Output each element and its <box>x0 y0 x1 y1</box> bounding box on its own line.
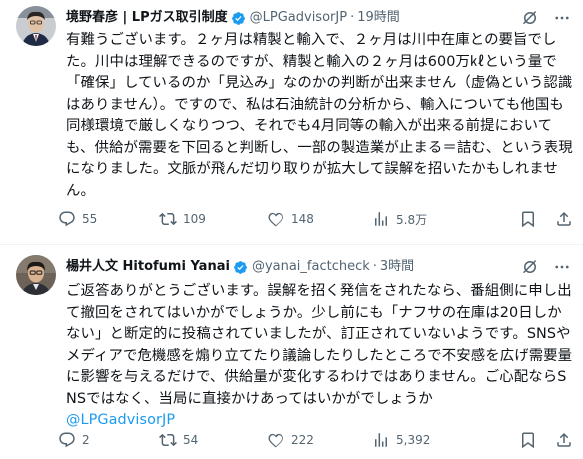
tweet-text: 有難うございます。２ヶ月は精製と輸入で、２ヶ月は川中在庫との要旨でした。川中は理… <box>66 30 574 202</box>
tweet[interactable]: 境野春彦 | LPガス取引制度 @LPGadvisorJP · 19時間 有難う… <box>0 0 583 245</box>
author-name[interactable]: 楊井人文 Hitofumi Yanai <box>66 257 230 277</box>
verified-badge-icon <box>234 260 247 274</box>
separator: · <box>372 259 377 274</box>
tweet-text-content: 有難うございます。２ヶ月は精製と輸入で、２ヶ月は川中在庫との要旨でした。川中は理… <box>66 32 573 199</box>
views-icon <box>375 212 387 226</box>
separator: · <box>350 10 355 25</box>
reply-count: 2 <box>82 433 90 447</box>
repost-count: 54 <box>183 433 199 447</box>
mention-link[interactable]: @LPGadvisorJP <box>66 412 175 428</box>
more-icon[interactable] <box>553 9 571 27</box>
reply-icon <box>59 211 75 227</box>
tweet-text: ご返答ありがとうございます。誤解を招く発信をされたなら、番組側に申し出て撤回をさ… <box>66 281 574 432</box>
grok-icon[interactable] <box>521 9 539 27</box>
reply-button[interactable]: 55 <box>58 210 159 228</box>
timestamp[interactable]: 19時間 <box>357 8 400 28</box>
avatar[interactable] <box>16 6 56 46</box>
repost-count: 109 <box>183 212 206 226</box>
share-icon[interactable] <box>555 210 573 228</box>
bookmark-icon[interactable] <box>519 431 537 449</box>
more-icon[interactable] <box>553 258 571 276</box>
repost-icon <box>159 433 177 447</box>
author-handle[interactable]: @yanai_factcheck <box>252 257 370 277</box>
reply-icon <box>59 432 75 448</box>
bookmark-icon[interactable] <box>519 210 537 228</box>
verified-badge-icon <box>231 11 245 25</box>
views-count: 5,392 <box>396 433 431 447</box>
views-button[interactable]: 5.8万 <box>372 210 496 228</box>
repost-icon <box>159 212 177 226</box>
author-handle[interactable]: @LPGadvisorJP <box>250 8 347 28</box>
repost-button[interactable]: 54 <box>159 431 267 449</box>
like-button[interactable]: 222 <box>267 431 372 449</box>
tweet-text-content: ご返答ありがとうございます。誤解を招く発信をされたなら、番組側に申し出て撤回をさ… <box>66 283 573 407</box>
repost-button[interactable]: 109 <box>159 210 267 228</box>
views-icon <box>375 433 387 447</box>
reply-button[interactable]: 2 <box>58 431 159 449</box>
timestamp[interactable]: 3時間 <box>380 257 414 277</box>
tweet-actions: 2 54 222 5,392 <box>58 430 573 450</box>
views-button[interactable]: 5,392 <box>372 431 496 449</box>
avatar[interactable] <box>16 255 56 295</box>
like-button[interactable]: 148 <box>267 210 372 228</box>
tweet[interactable]: 楊井人文 Hitofumi Yanai @yanai_factcheck · 3… <box>0 245 583 459</box>
share-icon[interactable] <box>555 431 573 449</box>
reply-count: 55 <box>82 212 98 226</box>
views-count: 5.8万 <box>396 212 428 227</box>
like-icon <box>268 212 283 227</box>
like-count: 148 <box>291 212 314 226</box>
grok-icon[interactable] <box>521 258 539 276</box>
like-count: 222 <box>291 433 314 447</box>
tweet-actions: 55 109 148 5.8万 <box>58 209 573 229</box>
like-icon <box>268 433 283 448</box>
author-name[interactable]: 境野春彦 | LPガス取引制度 <box>66 8 228 28</box>
